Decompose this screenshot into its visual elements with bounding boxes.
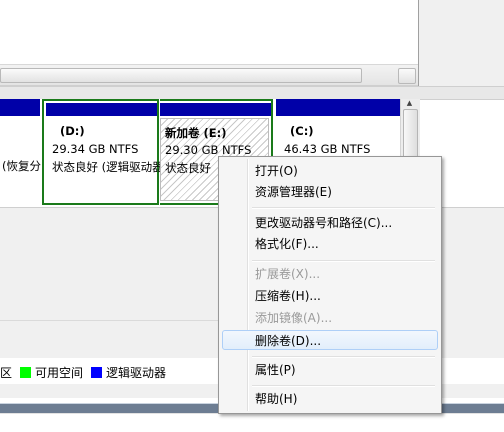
legend-swatch-logical-drive [91,366,103,378]
menu-item-open[interactable]: 打开(O) [222,161,438,181]
partition-recovery[interactable]: (恢复分 [0,99,41,205]
legend-swatch-free-space [20,366,32,378]
partition-label: 新加卷 (E:) [165,126,227,140]
volume-list-hscrollbar[interactable] [0,64,418,86]
menu-separator [252,356,435,358]
menu-separator [252,260,435,262]
partition-label: (C:) [290,124,314,138]
menu-item-label: 删除卷(D)... [255,334,322,348]
partition-size: 29.34 GB NTFS [52,142,139,156]
menu-item-label: 资源管理器(E) [255,185,332,199]
menu-separator [252,207,435,209]
menu-item-label: 更改驱动器号和路径(C)... [255,216,393,230]
menu-item-label: 帮助(H) [255,392,298,406]
legend-prefix: 区 [0,365,13,380]
menu-item-label: 格式化(F)... [255,237,319,251]
hscroll-thumb[interactable] [0,68,362,83]
bottom-strip [0,413,504,432]
menu-item-help[interactable]: 帮助(H) [222,389,438,409]
context-menu: 打开(O) 资源管理器(E) 更改驱动器号和路径(C)... 格式化(F)...… [218,156,442,414]
partition-bar [160,103,271,116]
menu-item-label: 属性(P) [255,363,296,377]
partition-bar [46,103,157,116]
partition-d[interactable]: (D:) 29.34 GB NTFS 状态良好 (逻辑驱动器) [42,99,160,205]
legend: 区 可用空间 逻辑驱动器 [0,362,166,382]
menu-item-label: 压缩卷(H)... [255,289,321,303]
menu-item-change-drive-letter[interactable]: 更改驱动器号和路径(C)... [222,213,438,233]
partition-bar [0,99,40,116]
menu-item-add-mirror[interactable]: 添加镜像(A)... [222,308,438,328]
partition-size: 29.30 GB NTFS [165,143,252,157]
partition-size: 46.43 GB NTFS [284,142,371,156]
right-scroll-strip [419,0,504,100]
pane-splitter[interactable] [0,86,504,100]
menu-item-label: 扩展卷(X)... [255,267,321,281]
scroll-up-icon[interactable]: ▲ [403,99,416,107]
menu-item-delete-volume[interactable]: 删除卷(D)... [222,330,438,350]
menu-item-shrink-volume[interactable]: 压缩卷(H)... [222,286,438,306]
hscroll-right-arrow-icon[interactable] [398,68,416,84]
partition-bar [276,99,400,116]
menu-item-label: 打开(O) [255,164,298,178]
partition-status: (恢复分 [2,159,41,173]
legend-label-free-space: 可用空间 [35,365,84,380]
menu-item-properties[interactable]: 属性(P) [222,360,438,380]
menu-item-label: 添加镜像(A)... [255,311,333,325]
menu-item-extend-volume[interactable]: 扩展卷(X)... [222,264,438,284]
legend-label-logical-drive: 逻辑驱动器 [106,365,167,380]
partition-status: 状态良好 (逻辑驱动器) [52,160,160,174]
menu-separator [252,385,435,387]
partition-status: 状态良好 [165,161,211,175]
menu-item-format[interactable]: 格式化(F)... [222,234,438,254]
menu-item-explorer[interactable]: 资源管理器(E) [222,182,438,202]
partition-label: (D:) [60,124,85,138]
